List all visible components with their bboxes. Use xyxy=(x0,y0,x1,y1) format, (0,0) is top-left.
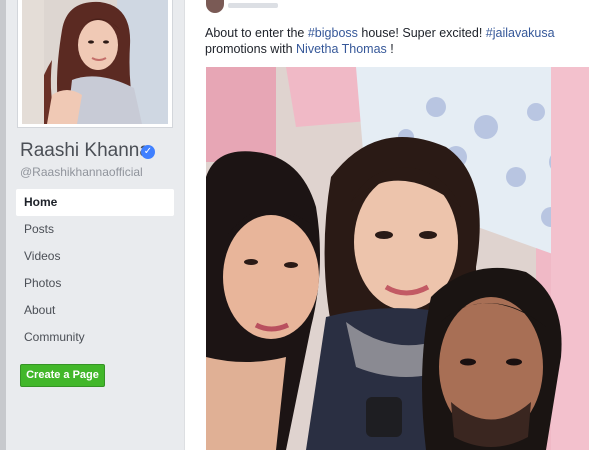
nav-item-about[interactable]: About xyxy=(16,297,174,324)
create-page-button[interactable]: Create a Page xyxy=(20,364,105,387)
profile-picture-frame[interactable] xyxy=(17,0,173,128)
post-text-mid: house! Super excited! xyxy=(357,26,486,40)
hashtag-link-jailavakusa[interactable]: #jailavakusa xyxy=(486,26,555,40)
profile-photo-illustration xyxy=(22,0,168,124)
hashtag-link-bigboss[interactable]: #bigboss xyxy=(308,26,358,40)
mention-link[interactable]: Nivetha Thomas xyxy=(296,42,387,56)
nav-item-posts[interactable]: Posts xyxy=(16,216,174,243)
nav-item-community[interactable]: Community xyxy=(16,324,174,351)
verified-badge-icon: ✓ xyxy=(141,145,155,159)
page-handle[interactable]: @Raashikhannaofficial xyxy=(20,165,143,179)
post-meta xyxy=(228,3,278,8)
post-text: About to enter the #bigboss house! Super… xyxy=(205,25,585,57)
post-text-end: ! xyxy=(386,42,394,56)
post-author-avatar[interactable] xyxy=(206,0,224,13)
nav-item-videos[interactable]: Videos xyxy=(16,243,174,270)
profile-photo[interactable] xyxy=(22,0,168,124)
page-navigation: Home Posts Videos Photos About Community xyxy=(16,189,174,351)
post-photo-illustration xyxy=(206,67,589,450)
post-photo[interactable] xyxy=(206,67,589,450)
post-card: About to enter the #bigboss house! Super… xyxy=(184,0,600,450)
post-text-line2: promotions with xyxy=(205,42,297,56)
nav-item-photos[interactable]: Photos xyxy=(16,270,174,297)
nav-item-home[interactable]: Home xyxy=(16,189,174,216)
post-text-prefix: About to enter the xyxy=(205,26,308,40)
page-name[interactable]: Raashi Khanna xyxy=(20,140,150,162)
